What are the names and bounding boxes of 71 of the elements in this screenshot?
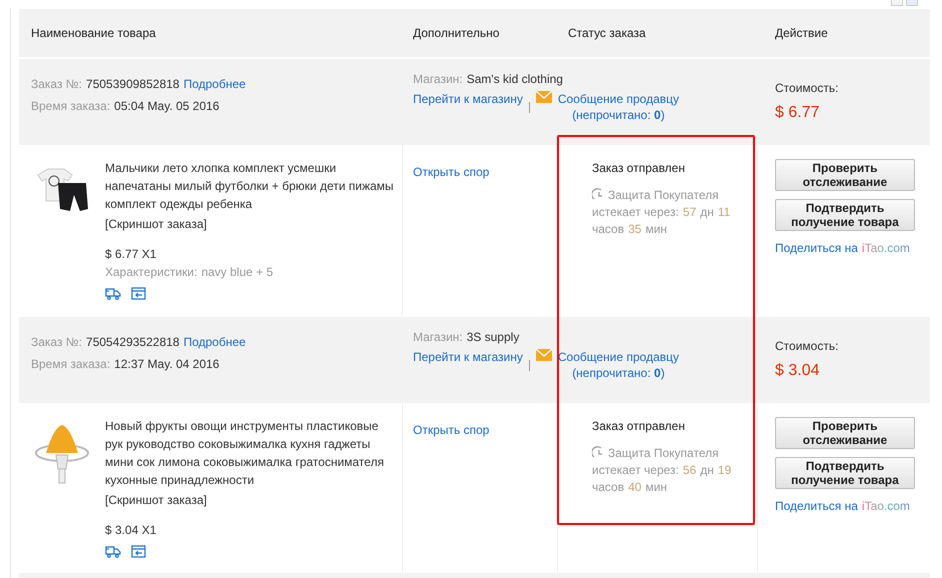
buyer-protection-label: Защита Покупателя	[592, 188, 719, 202]
order-time-label: Время заказа:	[31, 356, 110, 372]
column-header: Дополнительно	[412, 25, 500, 42]
countdown-value: 35	[628, 221, 642, 238]
order-time-label: Время заказа:	[31, 98, 110, 114]
order-number: 75053909852818	[86, 76, 180, 92]
product-title[interactable]: Мальчики лето хлопка комплект усмешки напечатаны милый футболки + брюки дети пижамы комплект одежды ребенка	[105, 159, 394, 213]
open-dispute-link[interactable]: Открыть спор	[413, 423, 490, 437]
unread-count: (непрочитано: 0)	[572, 107, 665, 123]
cost-value: $ 3.04	[775, 361, 820, 381]
order-time: 05:04 May. 05 2016	[114, 98, 220, 114]
countdown-label: часов	[592, 221, 624, 238]
column-header: Наименование товара	[30, 25, 157, 42]
order-status: Заказ отправлен	[592, 160, 686, 177]
specs-value: navy blue + 5	[201, 264, 274, 281]
countdown-value: 40	[628, 479, 642, 496]
truck-icon[interactable]	[105, 287, 121, 300]
track-button[interactable]: Проверить отслеживание	[775, 417, 915, 449]
unread-count: (непрочитано: 0)	[572, 365, 665, 381]
countdown-label: мин	[645, 221, 668, 238]
cost-label: Стоимость:	[775, 338, 840, 355]
countdown-label: мин	[645, 479, 668, 496]
order-number-label: Заказ №:	[31, 334, 82, 350]
order-number: 75054293522818	[86, 334, 180, 350]
clock-icon	[592, 446, 604, 458]
countdown-label: дн	[700, 204, 714, 221]
order-snapshot-link[interactable]: [Скриншот заказа]	[105, 491, 394, 509]
message-seller-link[interactable]: Сообщение продавцу	[558, 91, 680, 107]
message-seller-link[interactable]: Сообщение продавцу	[558, 349, 680, 365]
envelope-icon	[536, 349, 552, 361]
store-link[interactable]: Перейти к магазину	[413, 91, 523, 107]
share-link[interactable]: Поделиться на	[775, 239, 858, 257]
column-header: Статус заказа	[567, 25, 647, 42]
details-link[interactable]: Подробнее	[183, 334, 246, 350]
countdown-value: 56	[682, 462, 696, 479]
order-snapshot-link[interactable]: [Скриншот заказа]	[105, 215, 394, 233]
countdown-label: часов	[592, 479, 624, 496]
order-status: Заказ отправлен	[592, 418, 686, 435]
juicer-image	[34, 423, 90, 485]
unit-price: $ 3.04 X1	[105, 522, 158, 539]
store-label: Магазин:	[413, 329, 463, 345]
envelope-icon	[536, 91, 552, 103]
countdown-label: истекает через:	[592, 204, 679, 221]
confirm-receipt-button[interactable]: Подтвердить получение товара	[775, 457, 915, 489]
store-name: 3S supply	[466, 329, 520, 345]
truck-icon[interactable]	[105, 545, 121, 558]
unit-price: $ 6.77 X1	[105, 246, 158, 263]
cost-label: Стоимость:	[775, 80, 840, 97]
return-icon[interactable]	[131, 287, 146, 300]
specs-label: Характеристики:	[105, 264, 198, 281]
return-icon[interactable]	[131, 545, 146, 558]
track-button[interactable]: Проверить отслеживание	[775, 159, 915, 191]
clock-icon	[592, 188, 604, 200]
store-label: Магазин:	[413, 71, 463, 87]
share-link[interactable]: Поделиться на	[775, 497, 858, 515]
countdown-label: дн	[700, 462, 714, 479]
column-header: Действие	[774, 25, 829, 42]
details-link[interactable]: Подробнее	[183, 76, 246, 92]
product-title[interactable]: Новый фрукты овощи инструменты пластиковые рук руководство соковыжималка кухня гаджеты мини сок лимона соковыжималка гратоснимателя кухонные принадлежности	[105, 417, 394, 489]
countdown-value: 11	[718, 204, 730, 221]
countdown-value: 19	[718, 462, 732, 479]
cost-value: $ 6.77	[775, 103, 820, 123]
store-link[interactable]: Перейти к магазину	[413, 349, 523, 365]
countdown-value: 57	[682, 204, 696, 221]
countdown-label: истекает через:	[592, 462, 679, 479]
store-name: Sam's kid clothing	[466, 71, 563, 87]
order-number-label: Заказ №:	[31, 76, 82, 92]
open-dispute-link[interactable]: Открыть спор	[413, 165, 490, 179]
buyer-protection-label: Защита Покупателя	[592, 446, 719, 460]
order-time: 12:37 May. 04 2016	[114, 356, 220, 372]
confirm-receipt-button[interactable]: Подтвердить получение товара	[775, 199, 915, 231]
